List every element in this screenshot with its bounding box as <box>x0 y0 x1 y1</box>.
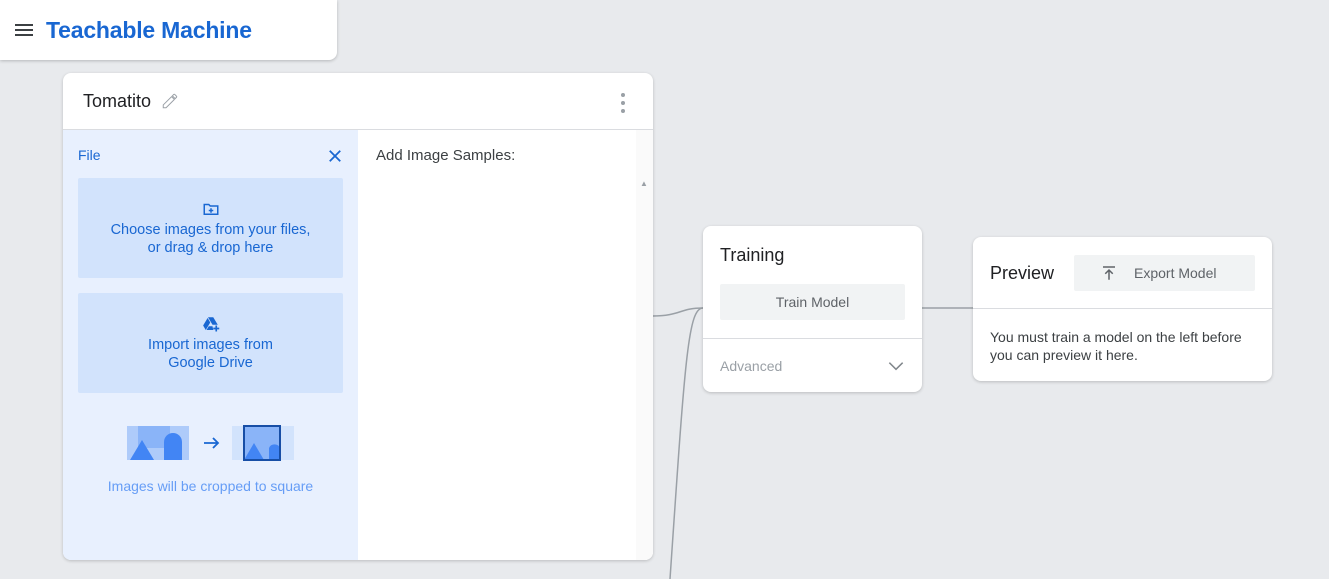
export-model-button[interactable]: Export Model <box>1074 255 1255 291</box>
training-card: Training Train Model Advanced <box>703 226 922 392</box>
preview-message: You must train a model on the left befor… <box>990 329 1242 363</box>
google-drive-button[interactable]: Import images from Google Drive <box>78 293 343 393</box>
class-card-header: Tomatito <box>63 73 653 130</box>
app-header: Teachable Machine <box>0 0 337 60</box>
chevron-down-icon <box>888 362 904 371</box>
export-model-label: Export Model <box>1134 265 1217 281</box>
samples-panel: Add Image Samples: ▲ <box>358 130 653 560</box>
drive-line1: Import images from <box>148 336 273 353</box>
choose-files-line2: or drag & drop here <box>147 239 274 256</box>
class-card: Tomatito File Choose images from your fi… <box>63 73 653 560</box>
crop-illustration <box>127 425 294 461</box>
pencil-icon[interactable] <box>161 92 179 110</box>
scroll-up-arrow-icon[interactable]: ▲ <box>640 180 648 188</box>
advanced-label: Advanced <box>720 358 783 374</box>
training-title: Training <box>720 245 785 265</box>
file-upload-panel: File Choose images from your files, or d… <box>63 130 358 560</box>
file-panel-title: File <box>78 147 101 163</box>
samples-scrollbar[interactable] <box>636 130 653 560</box>
app-title[interactable]: Teachable Machine <box>46 17 252 44</box>
google-drive-add-icon <box>202 316 219 331</box>
preview-card: Preview Export Model You must train a mo… <box>973 237 1272 381</box>
advanced-toggle[interactable]: Advanced <box>703 339 922 392</box>
train-model-button[interactable]: Train Model <box>720 284 905 320</box>
kebab-menu-icon[interactable] <box>617 93 629 113</box>
preview-title: Preview <box>990 263 1055 283</box>
choose-files-button[interactable]: Choose images from your files, or drag &… <box>78 178 343 278</box>
export-upload-icon <box>1103 266 1115 280</box>
divider <box>973 308 1272 309</box>
folder-add-icon <box>203 203 218 215</box>
samples-label: Add Image Samples: <box>376 147 516 164</box>
choose-files-line1: Choose images from your files, <box>110 221 311 238</box>
drive-line2: Google Drive <box>168 354 253 371</box>
class-name[interactable]: Tomatito <box>83 91 151 112</box>
menu-icon[interactable] <box>12 18 36 42</box>
close-icon[interactable] <box>326 147 344 165</box>
crop-note: Images will be cropped to square <box>107 478 314 494</box>
